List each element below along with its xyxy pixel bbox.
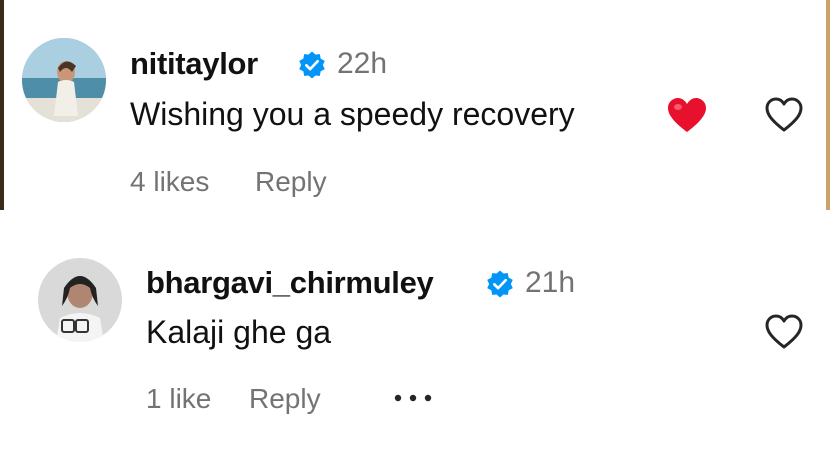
heart-outline-icon[interactable] <box>763 95 805 135</box>
timestamp: 22h <box>337 47 388 80</box>
comment-bhargavi-chirmuley <box>0 210 830 466</box>
ellipsis-icon[interactable] <box>390 388 436 408</box>
comment-text: Wishing you a speedy recovery <box>130 96 575 132</box>
verified-badge-icon <box>487 270 513 298</box>
timestamp: 21h <box>525 266 576 299</box>
reply-button[interactable]: Reply <box>255 166 327 198</box>
like-count[interactable]: 4 likes <box>130 166 209 198</box>
reply-button[interactable]: Reply <box>249 383 321 415</box>
comment-nititaylor: nititaylor 22h Wishing you a speedy reco… <box>0 0 830 210</box>
like-count[interactable]: 1 like <box>146 383 211 415</box>
username[interactable]: bhargavi_chirmuley <box>146 265 434 301</box>
verified-badge-icon <box>299 51 325 79</box>
background-edge-right <box>826 0 830 210</box>
background-edge-left <box>0 0 4 210</box>
username[interactable]: nititaylor <box>130 46 258 82</box>
comment-text: Kalaji ghe ga <box>146 314 332 350</box>
heart-outline-icon[interactable] <box>763 312 805 352</box>
red-heart-emoji <box>668 98 706 132</box>
avatar-nititaylor[interactable] <box>22 38 106 122</box>
avatar-bhargavi-chirmuley[interactable] <box>38 258 122 342</box>
